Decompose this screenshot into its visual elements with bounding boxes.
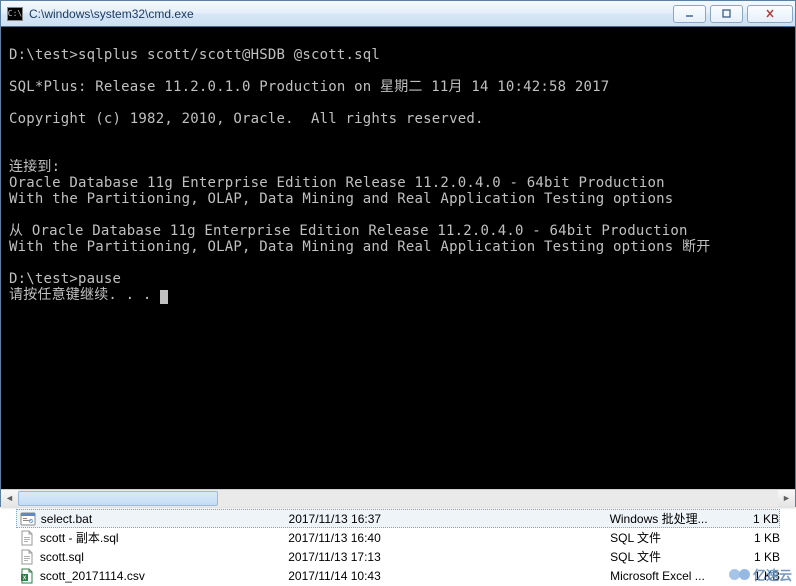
console-output[interactable]: D:\test>sqlplus scott/scott@HSDB @scott.… — [1, 27, 795, 489]
file-date: 2017/11/13 17:13 — [288, 550, 610, 564]
file-icon-sql — [16, 530, 38, 546]
horizontal-scrollbar[interactable]: ◄ ► — [1, 489, 795, 506]
window-title: C:\windows\system32\cmd.exe — [29, 7, 669, 21]
file-type: SQL 文件 — [610, 548, 745, 565]
scroll-left-arrow[interactable]: ◄ — [1, 490, 18, 507]
file-type: SQL 文件 — [610, 529, 745, 546]
file-name: scott_20171114.csv — [38, 569, 288, 583]
file-name: scott.sql — [38, 550, 288, 564]
file-icon-bat — [17, 511, 39, 527]
file-name: select.bat — [39, 512, 289, 526]
file-icon-sql — [16, 549, 38, 565]
scroll-right-arrow[interactable]: ► — [778, 490, 795, 507]
scroll-thumb[interactable] — [18, 491, 218, 506]
file-name: scott - 副本.sql — [38, 529, 288, 546]
cmd-window: C:\ C:\windows\system32\cmd.exe D:\test>… — [0, 0, 796, 507]
file-date: 2017/11/13 16:40 — [288, 531, 610, 545]
file-row[interactable]: scott.sql 2017/11/13 17:13 SQL 文件 1 KB — [16, 547, 780, 566]
file-list: select.bat 2017/11/13 16:37 Windows 批处理.… — [16, 509, 780, 585]
close-button[interactable] — [747, 5, 793, 23]
file-size: 1 KB — [745, 569, 780, 583]
file-row[interactable]: scott - 副本.sql 2017/11/13 16:40 SQL 文件 1… — [16, 528, 780, 547]
file-date: 2017/11/13 16:37 — [289, 512, 610, 526]
file-type: Windows 批处理... — [610, 510, 745, 527]
cmd-icon: C:\ — [7, 7, 23, 21]
file-type: Microsoft Excel ... — [610, 569, 745, 583]
cursor — [160, 290, 168, 304]
titlebar[interactable]: C:\ C:\windows\system32\cmd.exe — [1, 1, 795, 27]
file-size: 1 KB — [745, 550, 780, 564]
file-size: 1 KB — [745, 531, 780, 545]
scroll-track[interactable] — [18, 490, 778, 507]
maximize-button[interactable] — [710, 5, 743, 23]
file-row[interactable]: select.bat 2017/11/13 16:37 Windows 批处理.… — [16, 509, 780, 528]
file-row[interactable]: X scott_20171114.csv 2017/11/14 10:43 Mi… — [16, 566, 780, 585]
file-date: 2017/11/14 10:43 — [288, 569, 610, 583]
file-icon-csv: X — [16, 568, 38, 584]
file-size: 1 KB — [744, 512, 779, 526]
minimize-button[interactable] — [673, 5, 706, 23]
